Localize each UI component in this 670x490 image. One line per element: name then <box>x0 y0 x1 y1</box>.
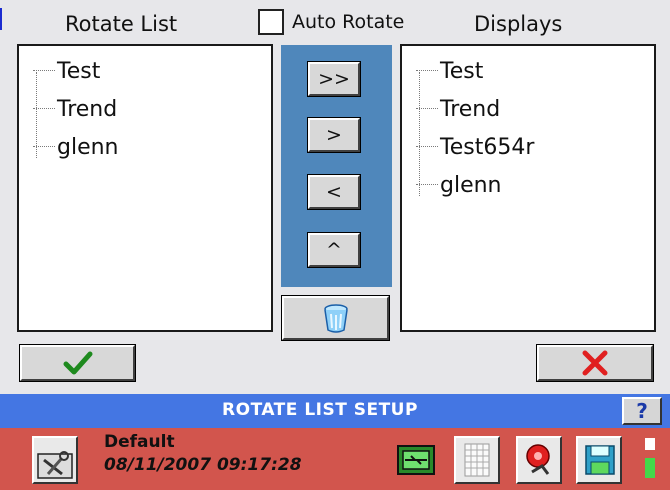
auto-rotate-label: Auto Rotate <box>292 11 405 33</box>
help-button[interactable]: ? <box>622 397 662 425</box>
tools-button[interactable] <box>32 436 78 484</box>
rotate-list-box[interactable]: Test Trend glenn <box>17 44 273 332</box>
transfer-controls-panel: >> > < ^ <box>281 45 392 287</box>
grid-view-button[interactable] <box>454 436 500 484</box>
auto-rotate-option[interactable]: Auto Rotate <box>258 6 404 38</box>
window-edge-marker <box>0 8 2 30</box>
x-icon <box>582 350 608 376</box>
status-bar: Default 08/11/2007 09:17:28 <box>0 428 670 490</box>
displays-list-item[interactable]: Test654r <box>416 128 534 166</box>
displays-list-item[interactable]: Test <box>416 52 483 90</box>
alarm-button[interactable] <box>516 436 562 484</box>
rotate-list-item[interactable]: Trend <box>33 90 117 128</box>
rotate-list-heading: Rotate List <box>65 12 178 36</box>
confirm-button[interactable] <box>19 344 136 382</box>
displays-list-box[interactable]: Test Trend Test654r glenn <box>400 44 656 332</box>
displays-heading: Displays <box>474 12 563 36</box>
screen-title: ROTATE LIST SETUP <box>222 400 418 420</box>
grid-icon <box>464 443 490 477</box>
move-up-button[interactable]: ^ <box>307 232 361 268</box>
status-indicator-top <box>645 438 655 450</box>
device-name: Default <box>104 432 175 452</box>
auto-rotate-checkbox[interactable] <box>258 9 284 35</box>
display-switch-icon <box>397 445 435 475</box>
rotate-list-item[interactable]: Test <box>33 52 100 90</box>
checkmark-icon <box>63 351 92 375</box>
alarm-bell-icon <box>526 444 550 475</box>
save-button[interactable] <box>576 436 622 484</box>
rotate-list-item[interactable]: glenn <box>33 128 119 166</box>
status-datetime: 08/11/2007 09:17:28 <box>104 455 302 475</box>
add-all-button[interactable]: >> <box>307 61 361 97</box>
trash-can-icon <box>323 304 348 333</box>
displays-list-item[interactable]: Trend <box>416 90 500 128</box>
tools-icon <box>37 451 73 479</box>
screen-title-bar: ROTATE LIST SETUP ? <box>0 394 670 428</box>
delete-button[interactable] <box>281 295 390 341</box>
displays-list-item[interactable]: glenn <box>416 166 502 204</box>
save-disk-icon <box>585 445 615 475</box>
display-switch-button[interactable] <box>393 436 439 484</box>
status-indicator-led <box>645 458 655 478</box>
cancel-button[interactable] <box>536 344 654 382</box>
remove-button[interactable]: < <box>307 174 361 210</box>
add-button[interactable]: > <box>307 117 361 153</box>
